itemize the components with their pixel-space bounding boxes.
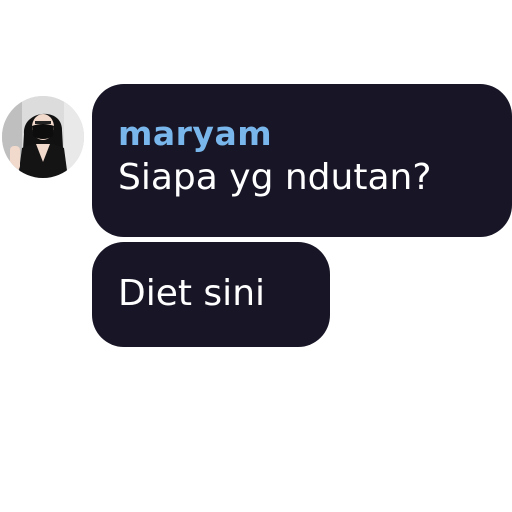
message-text: Siapa yg ndutan? (118, 157, 432, 198)
chat-thread: maryam Siapa yg ndutan? Diet sini (0, 0, 512, 512)
message-text: Diet sini (118, 273, 266, 314)
avatar-photo-icon (2, 96, 84, 178)
sender-name[interactable]: maryam (118, 114, 512, 154)
message-bubble[interactable]: maryam Siapa yg ndutan? (92, 84, 512, 237)
message-bubble[interactable]: Diet sini (92, 242, 330, 347)
sender-avatar[interactable] (2, 96, 84, 178)
